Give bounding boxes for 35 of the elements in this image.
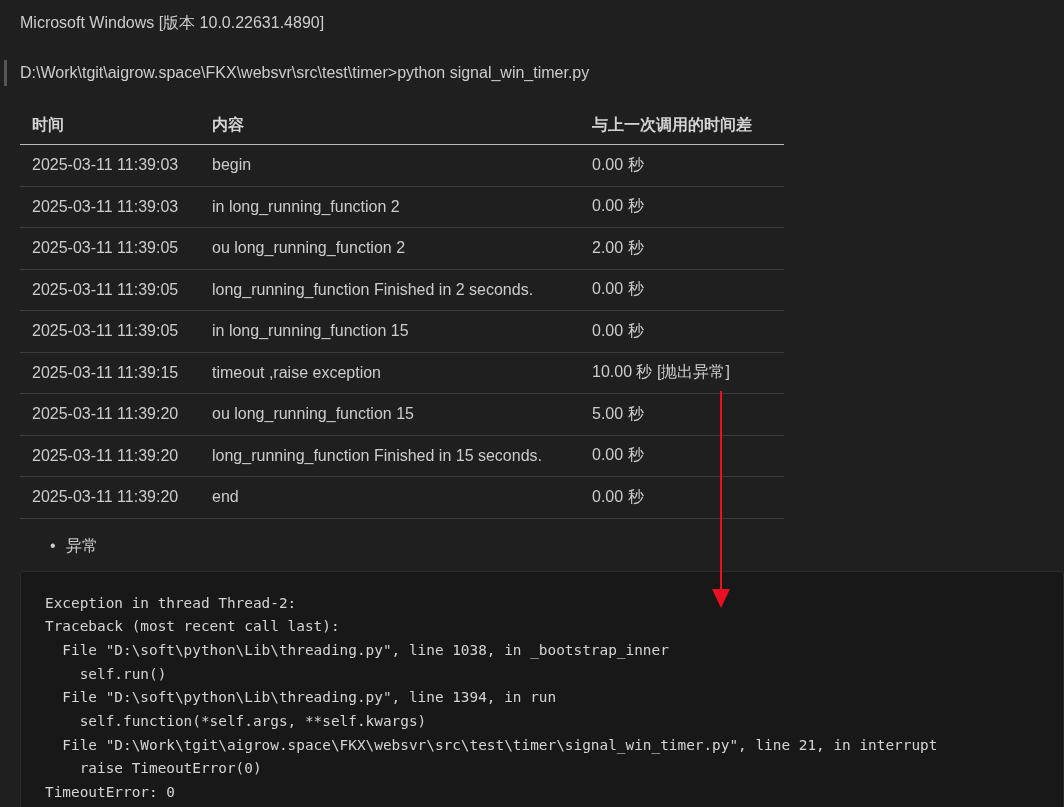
- table-cell: 0.00 秒: [580, 435, 784, 477]
- table-cell: 0.00 秒: [580, 269, 784, 311]
- table-cell: ou long_running_function 15: [200, 393, 580, 435]
- table-cell: 10.00 秒 [抛出异常]: [580, 352, 784, 394]
- table-cell: 2025-03-11 11:39:03: [20, 186, 200, 228]
- table-cell: in long_running_function 2: [200, 186, 580, 228]
- table-cell: 2025-03-11 11:39:20: [20, 435, 200, 477]
- header-line: Microsoft Windows [版本 10.0.22631.4890]: [20, 13, 326, 33]
- column-header: 与上一次调用的时间差: [580, 106, 784, 145]
- code-block: Exception in thread Thread-2: Traceback (most recent call last): File "D:\soft\python\Lib\threading.py", line 1038, in _bootstrap_inner self.run() File "D:\soft\python\Lib\threading.py", line 1394, in run self.function(*self.args, **self.kwargs) File "D:\Work\tgit\aigrow.space\FKX\websvr\src\test\timer\signal_win_timer.py", line 21, in interrupt raise TimeoutError(0) TimeoutError: 0: [20, 570, 1064, 807]
- table-cell: 2025-03-11 11:39:05: [20, 227, 200, 269]
- list-item: 异常: [65, 535, 98, 556]
- table-cell: 0.00 秒: [580, 144, 784, 186]
- column-header: 时间: [20, 106, 200, 145]
- table-cell: 2025-03-11 11:39:20: [20, 476, 200, 518]
- table-cell: begin: [200, 144, 580, 186]
- table-cell: 2025-03-11 11:39:03: [20, 144, 200, 186]
- table-cell: long_running_function Finished in 15 seconds.: [200, 435, 580, 477]
- column-header: 内容: [200, 106, 580, 145]
- table-cell: 2025-03-11 11:39:05: [20, 310, 200, 352]
- table-cell: 2025-03-11 11:39:20: [20, 393, 200, 435]
- table-cell: 5.00 秒: [580, 393, 784, 435]
- table-cell: ou long_running_function 2: [200, 227, 580, 269]
- bullet-marker: •: [50, 535, 56, 556]
- table-cell: 0.00 秒: [580, 186, 784, 228]
- table-cell: 0.00 秒: [580, 476, 784, 518]
- table-cell: timeout ,raise exception: [200, 352, 580, 394]
- table-cell: in long_running_function 15: [200, 310, 580, 352]
- table-cell: 2025-03-11 11:39:15: [20, 352, 200, 394]
- table-cell: 2025-03-11 11:39:05: [20, 269, 200, 311]
- command-line: D:\Work\tgit\aigrow.space\FKX\websvr\src\test\timer>python signal_win_timer.py: [20, 63, 591, 83]
- table-cell: 0.00 秒: [580, 310, 784, 352]
- table-cell: 2.00 秒: [580, 227, 784, 269]
- table-cell: end: [200, 476, 580, 518]
- table-cell: long_running_function Finished in 2 seconds.: [200, 269, 580, 311]
